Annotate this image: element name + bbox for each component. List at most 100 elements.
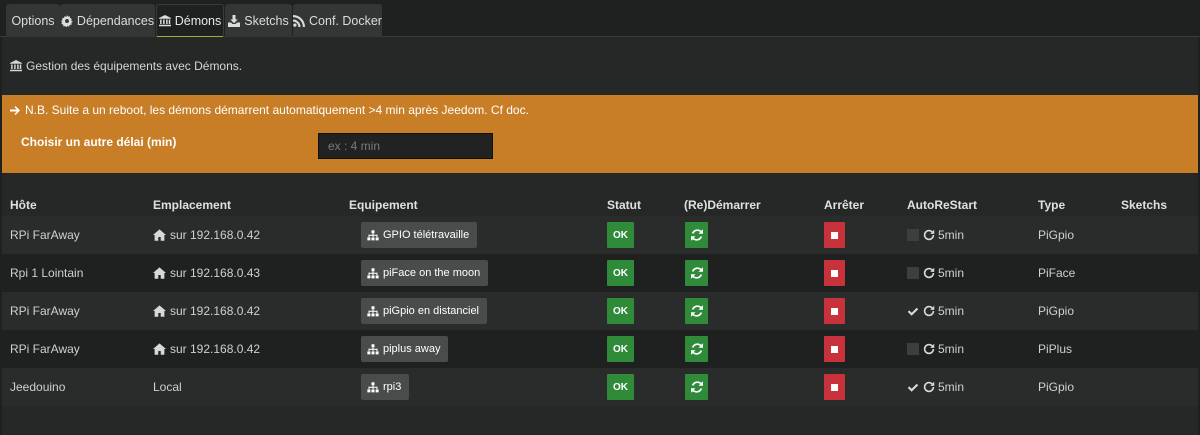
refresh-icon [690,343,703,355]
rss-icon [293,14,306,27]
header-restart: (Re)Démarrer [684,198,761,212]
gear-icon [60,14,73,27]
check-icon [907,307,919,316]
autorestart-checkbox[interactable] [907,267,919,279]
equipment-name: GPIO télétravaille [383,229,470,241]
restart-cell [685,292,708,330]
equipment-name: piFace on the moon [383,267,481,279]
refresh-icon [690,305,703,317]
check-icon [907,383,919,392]
tab-bar: Options Dépendances Démons Sketchs Conf.… [0,0,1200,38]
autorestart-checkbox[interactable] [907,381,919,393]
bank-icon [158,15,171,27]
autorestart-checkbox[interactable] [907,343,919,355]
autorestart-cell: 5min [907,254,964,292]
bank-icon [10,60,22,72]
restart-button[interactable] [685,298,708,324]
location-text: sur 192.168.0.42 [170,228,261,242]
equipment-link[interactable]: piFace on the moon [361,260,489,286]
restart-button[interactable] [685,336,708,362]
stop-button[interactable] [824,336,845,362]
type-cell: PiGpio [1038,304,1075,318]
equipment-link[interactable]: rpi3 [361,374,410,400]
sitemap-icon [367,343,379,354]
stop-icon [831,231,838,239]
autorestart-cell: 5min [907,292,964,330]
type-cell: PiFace [1038,266,1076,280]
autorestart-cell: 5min [907,368,964,406]
equipment-link[interactable]: piplus away [361,336,449,362]
stop-icon [831,383,838,391]
sitemap-icon [367,267,379,278]
location-text: Local [153,380,182,394]
type-cell: PiPlus [1038,342,1073,356]
header-location: Emplacement [153,198,232,212]
stop-button[interactable] [824,298,845,324]
tab-label: Démons [174,14,222,28]
table-row: Jeedouino Local rpi3 OK 5min PiGpio [2,368,1198,406]
status-cell: OK [607,254,634,292]
table-row: Rpi 1 Lointain sur 192.168.0.43 piFace on … [2,254,1198,292]
status-ok-badge: OK [607,298,634,324]
location-cell: Local [153,368,182,406]
autorestart-delay: 5min [938,266,965,280]
stop-icon [831,345,838,353]
tab-label: Dépendances [76,13,155,28]
status-cell: OK [607,330,634,368]
equipment-cell: rpi3 [361,368,410,406]
stop-button[interactable] [824,222,845,248]
restart-button[interactable] [685,260,708,286]
stop-cell [824,330,845,368]
tab-label: Sketchs [244,13,289,28]
tab-label: Conf. Docker [309,13,382,28]
stop-cell [824,216,845,254]
stop-cell [824,254,845,292]
tab-options[interactable]: Options [6,4,60,37]
header-stop: Arrêter [824,198,865,212]
stop-button[interactable] [824,374,845,400]
reboot-alert: N.B. Suite a un reboot, les démons démar… [2,95,1198,173]
stop-cell [824,292,845,330]
restart-button[interactable] [685,222,708,248]
host-cell: RPi FarAway [10,304,80,318]
autorestart-cell: 5min [907,216,964,254]
autorestart-checkbox[interactable] [907,229,919,241]
home-icon [153,267,166,279]
equipment-link[interactable]: GPIO télétravaille [361,222,478,248]
table-row: RPi FarAway sur 192.168.0.42 piplus away OK… [2,330,1198,368]
status-cell: OK [607,292,634,330]
tab-dependances[interactable]: Dépendances [60,4,155,37]
autorestart-delay: 5min [938,304,965,318]
download-icon [228,14,241,27]
autorestart-checkbox[interactable] [907,305,919,317]
host-cell: Jeedouino [10,380,66,394]
alert-note-text: N.B. Suite a un reboot, les démons démar… [25,103,529,117]
home-icon [153,343,166,355]
table-row: RPi FarAway sur 192.168.0.42 piGpio en dis… [2,292,1198,330]
sitemap-icon [367,381,379,392]
arrow-right-icon [10,105,20,115]
equipment-cell: GPIO télétravaille [361,216,478,254]
equipment-name: rpi3 [383,381,402,393]
delay-input[interactable] [318,133,493,159]
refresh-icon [690,267,703,279]
autorestart-cell: 5min [907,330,964,368]
restart-button[interactable] [685,374,708,400]
redo-icon [923,229,935,241]
restart-cell [685,330,708,368]
autorestart-delay: 5min [938,228,965,242]
tab-sketchs[interactable]: Sketchs [225,4,292,37]
equipment-link[interactable]: piGpio en distanciel [361,298,488,324]
autorestart-delay: 5min [938,342,965,356]
stop-button[interactable] [824,260,845,286]
location-text: sur 192.168.0.42 [170,304,261,318]
tab-conf-docker[interactable]: Conf. Docker [293,4,382,37]
delay-label: Choisir un autre délai (min) [21,135,177,149]
status-ok-badge: OK [607,222,634,248]
stop-icon [831,307,838,315]
page-subtitle: Gestion des équipements avec Démons. [10,59,242,73]
table-row: RPi FarAway sur 192.168.0.42 GPIO télétrav… [2,216,1198,254]
tab-demons[interactable]: Démons [156,4,224,38]
home-icon [153,229,166,241]
stop-icon [831,269,838,277]
